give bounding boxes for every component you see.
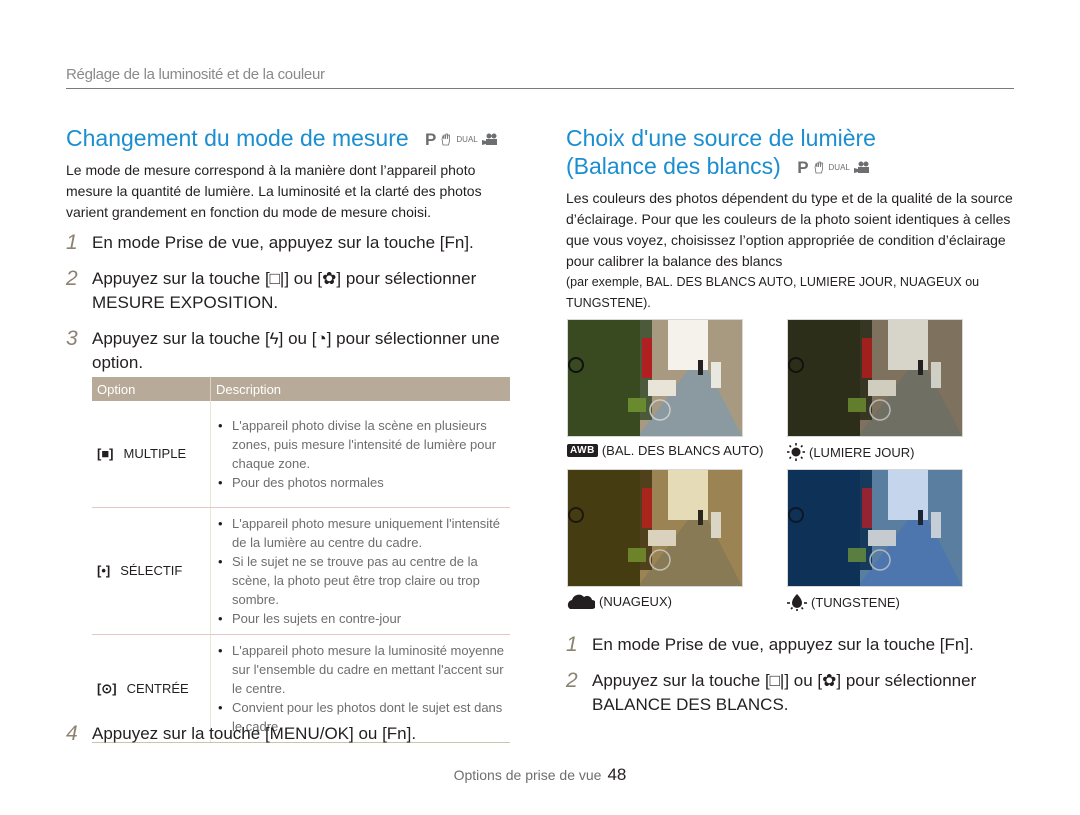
caption-text: (TUNGSTENE) <box>811 594 900 610</box>
caption-text: (BAL. DES BLANCS AUTO) <box>601 443 764 458</box>
option-cell: [•] SÉLECTIF <box>92 507 211 635</box>
metering-options-table-wrap: Option Description [■] MULTIPLE L'apparei… <box>92 377 510 743</box>
step-number: 1 <box>566 633 578 656</box>
movie-camera-icon <box>853 161 869 174</box>
step-text: En mode Prise de vue, appuyez sur la tou… <box>92 232 474 252</box>
wb-sample-photo-tungsten: (TUNGSTENE) <box>787 469 963 611</box>
description-bullet: L'appareil photo divise la scène en plus… <box>218 416 505 473</box>
mode-icons: P DUAL <box>425 126 498 154</box>
step-1: 1 En mode Prise de vue, appuyez sur la t… <box>566 633 1026 657</box>
sun-icon <box>787 443 805 461</box>
step-number: 4 <box>66 722 78 745</box>
step-1: 1 En mode Prise de vue, appuyez sur la t… <box>66 231 516 255</box>
tungsten-bulb-icon <box>787 594 807 611</box>
step-2: 2 Appuyez sur la touche [□|] ou [✿] pour… <box>66 267 516 315</box>
table-row: [•] SÉLECTIF L'appareil photo mesure uniq… <box>92 507 510 635</box>
scene-tint-overlay <box>568 320 742 436</box>
description-bullet: Pour les sujets en contre-jour <box>218 609 505 628</box>
caption-text: (LUMIERE JOUR) <box>809 444 915 460</box>
table-header-row: Option Description <box>92 377 510 401</box>
street-photo <box>567 469 743 587</box>
section-header: Réglage de la luminosité et de la couleu… <box>66 66 325 83</box>
program-mode-icon: P <box>797 157 809 177</box>
step-text: Appuyez sur la touche [□|] ou [✿] pour s… <box>92 268 477 312</box>
step-2: 2 Appuyez sur la touche [□|] ou [✿] pour… <box>566 669 1026 717</box>
photo-caption: AWB (BAL. DES BLANCS AUTO) <box>567 443 763 458</box>
photo-caption: (LUMIERE JOUR) <box>787 443 963 461</box>
scene-tint-overlay <box>788 320 962 436</box>
metering-section-title: Changement du mode de mesure P DUAL <box>66 124 516 154</box>
page-number: 48 <box>607 765 627 784</box>
dual-is-icon: DUAL <box>456 134 478 144</box>
header-divider <box>66 88 1014 89</box>
metering-intro: Le mode de mesure correspond à la manièr… <box>66 161 482 220</box>
program-mode-icon: P <box>425 129 437 149</box>
center-weighted-icon: [⊙] <box>97 680 117 696</box>
step-text: Appuyez sur la touche [MENU/OK] ou [Fn]. <box>92 724 417 743</box>
description-bullet: L'appareil photo mesure uniquement l'int… <box>218 514 505 552</box>
option-label: SÉLECTIF <box>120 563 183 578</box>
scene-tint-overlay <box>788 470 962 586</box>
wb-title-line1: Choix d'une source de lumière <box>566 125 876 151</box>
white-balance-section-title: Choix d'une source de lumière (Balance d… <box>566 124 1026 182</box>
description-bullet: Si le sujet ne se trouve pas au centre d… <box>218 552 505 609</box>
step-text: Appuyez sur la touche [□|] ou [✿] pour s… <box>592 671 977 714</box>
step-4: 4 Appuyez sur la touche [MENU/OK] ou [Fn… <box>66 722 516 746</box>
street-photo <box>787 469 963 587</box>
dual-is-icon: DUAL <box>828 162 850 172</box>
wb-sample-photo-daylight: (LUMIERE JOUR) <box>787 319 963 461</box>
photo-caption: (NUAGEUX) <box>567 593 743 609</box>
page-footer: Options de prise de vue 48 <box>0 765 1080 785</box>
description-bullet: Pour des photos normales <box>218 473 505 492</box>
hand-shake-icon <box>441 134 451 146</box>
column-header-option: Option <box>92 377 211 401</box>
right-column: Choix d'une source de lumière (Balance d… <box>566 124 1026 314</box>
awb-icon: AWB <box>567 444 598 457</box>
description-cell: L'appareil photo divise la scène en plus… <box>210 401 510 508</box>
description-cell: L'appareil photo mesure uniquement l'int… <box>210 507 510 635</box>
option-label: CENTRÉE <box>126 680 189 696</box>
step-number: 2 <box>566 669 578 692</box>
photo-caption: (TUNGSTENE) <box>787 593 963 611</box>
description-bullet: L'appareil photo mesure la luminosité mo… <box>218 641 505 698</box>
step-number: 3 <box>66 326 78 350</box>
column-header-description: Description <box>210 377 510 401</box>
wb-sample-photo-auto: AWB (BAL. DES BLANCS AUTO) <box>567 319 763 458</box>
cloud-icon <box>567 594 595 609</box>
metering-options-table: Option Description [■] MULTIPLE L'apparei… <box>92 377 510 743</box>
hand-shake-icon <box>814 162 823 174</box>
wb-title-line2: (Balance des blancs) <box>566 153 781 179</box>
step-number: 1 <box>66 230 78 254</box>
footer-label: Options de prise de vue <box>453 767 602 783</box>
mode-icons: P DUAL <box>797 154 870 182</box>
multi-metering-icon: [■] <box>97 446 114 462</box>
option-cell: [■] MULTIPLE <box>92 401 211 508</box>
option-label: MULTIPLE <box>123 446 187 462</box>
spot-metering-icon: [•] <box>97 563 111 578</box>
wb-intro-examples: (par exemple, BAL. DES BLANCS AUTO, LUMI… <box>566 274 980 310</box>
step-text: En mode Prise de vue, appuyez sur la tou… <box>592 635 974 654</box>
table-row: [■] MULTIPLE L'appareil photo divise la s… <box>92 401 510 508</box>
scene-tint-overlay <box>568 470 742 586</box>
left-column: Changement du mode de mesure P DUAL Le m… <box>66 124 516 375</box>
wb-intro: Les couleurs des photos dépendent du typ… <box>566 189 1013 269</box>
step-number: 2 <box>66 266 78 290</box>
step-3: 3 Appuyez sur la touche [ϟ] ou [◔] pour … <box>66 327 516 375</box>
movie-camera-icon <box>481 133 497 146</box>
street-photo <box>567 319 743 437</box>
wb-steps: 1 En mode Prise de vue, appuyez sur la t… <box>566 633 1026 717</box>
metering-title-text: Changement du mode de mesure <box>66 125 409 151</box>
step-text: Appuyez sur la touche [ϟ] ou [◔] pour sé… <box>92 328 500 372</box>
caption-text: (NUAGEUX) <box>599 593 672 609</box>
street-photo <box>787 319 963 437</box>
wb-sample-photo-cloudy: (NUAGEUX) <box>567 469 743 609</box>
